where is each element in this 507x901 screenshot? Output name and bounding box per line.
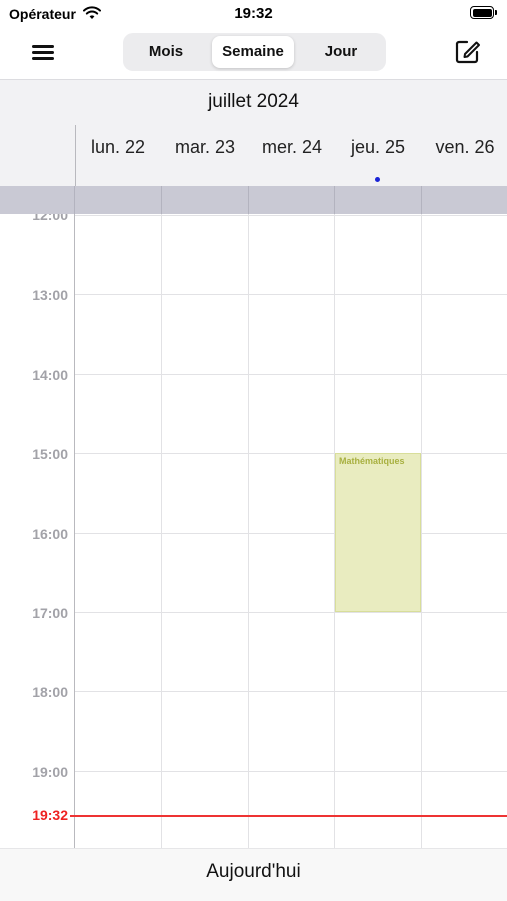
day-header-tue[interactable]: mar. 23 <box>161 137 249 158</box>
day-header-thu[interactable]: jeu. 25 <box>334 137 422 158</box>
hour-label: 17:00 <box>32 605 68 621</box>
month-title: juillet 2024 <box>208 91 299 112</box>
compose-button[interactable] <box>452 37 482 67</box>
segment-week[interactable]: Semaine <box>212 36 294 68</box>
status-time: 19:32 <box>234 5 273 22</box>
bottom-toolbar: Aujourd'hui <box>0 848 507 901</box>
battery-icon <box>470 6 498 20</box>
menu-icon <box>32 45 54 48</box>
month-header: juillet 2024 <box>0 79 507 126</box>
day-header-fri[interactable]: ven. 26 <box>421 137 507 158</box>
today-button[interactable]: Aujourd'hui <box>0 861 507 883</box>
hour-label: 15:00 <box>32 446 68 462</box>
view-mode-segmented-control: Mois Semaine Jour <box>123 33 386 71</box>
segment-day[interactable]: Jour <box>300 36 382 68</box>
today-indicator-dot <box>375 177 380 182</box>
event-mathematiques[interactable]: Mathématiques <box>335 453 421 612</box>
hour-label: 12:00 <box>32 214 68 223</box>
week-time-grid[interactable]: 12:00 13:00 14:00 15:00 16:00 17:00 18:0… <box>0 214 507 848</box>
status-bar: Opérateur 19:32 <box>0 0 507 28</box>
current-time-line <box>70 815 507 817</box>
segment-month[interactable]: Mois <box>126 36 206 68</box>
day-header-wed[interactable]: mer. 24 <box>248 137 336 158</box>
current-time-label: 19:32 <box>32 807 68 823</box>
day-header-mon[interactable]: lun. 22 <box>74 137 162 158</box>
menu-button[interactable] <box>28 38 60 66</box>
hour-label: 19:00 <box>32 764 68 780</box>
week-day-header: lun. 22 mar. 23 mer. 24 jeu. 25 ven. 26 <box>0 125 507 186</box>
compose-icon <box>455 40 480 64</box>
hour-label: 13:00 <box>32 287 68 303</box>
event-title: Mathématiques <box>339 456 405 466</box>
navigation-bar: Mois Semaine Jour <box>0 28 507 78</box>
hour-label: 14:00 <box>32 367 68 383</box>
hour-label: 18:00 <box>32 684 68 700</box>
all-day-events-strip[interactable] <box>0 186 507 214</box>
hour-label: 16:00 <box>32 526 68 542</box>
